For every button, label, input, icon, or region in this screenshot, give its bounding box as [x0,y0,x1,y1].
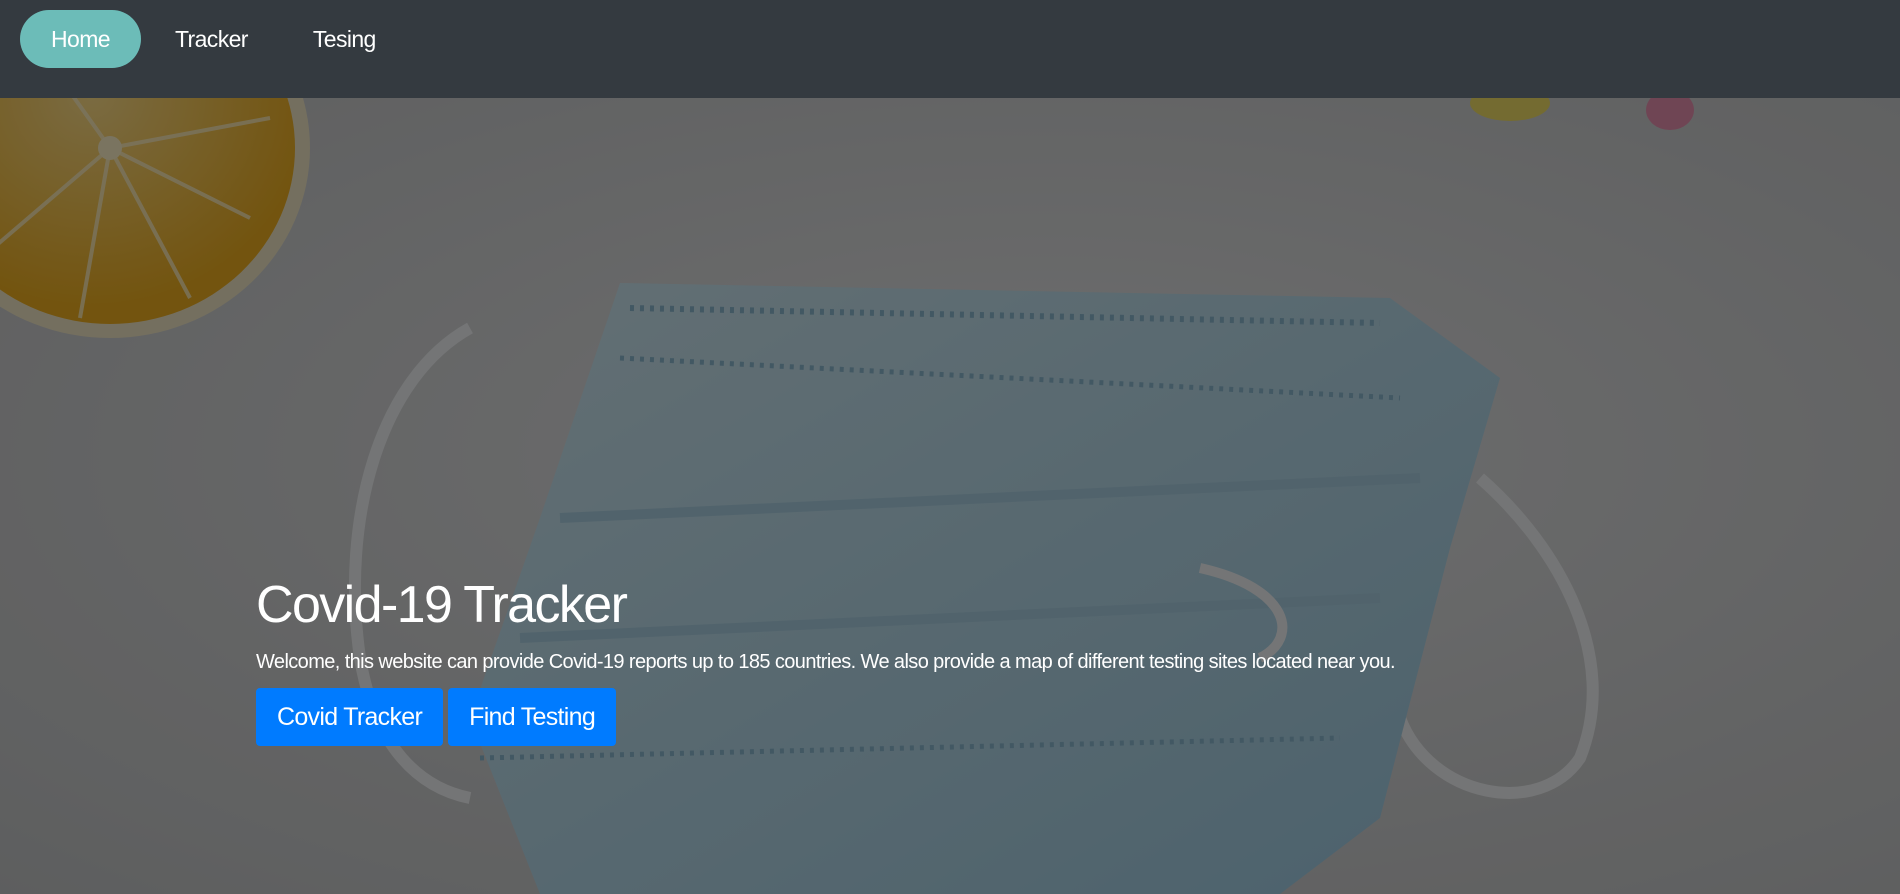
hero-button-group: Covid Tracker Find Testing [256,688,1556,746]
nav-link-home[interactable]: Home [20,10,141,68]
hero-section: Covid-19 Tracker Welcome, this website c… [0,98,1900,894]
hero-dark-overlay [0,98,1900,894]
hero-title: Covid-19 Tracker [256,576,628,634]
nav-item-home: Home [20,10,144,68]
hero-description: Welcome, this website can provide Covid-… [256,651,1396,673]
hero-content: Covid-19 Tracker Welcome, this website c… [256,576,1556,746]
find-testing-button[interactable]: Find Testing [448,688,617,746]
nav-list: Home Tracker Tesing [20,10,410,68]
top-navbar: Home Tracker Tesing [0,0,1900,98]
nav-link-tracker[interactable]: Tracker [144,10,279,68]
nav-item-tracker: Tracker [144,10,282,68]
nav-link-testing[interactable]: Tesing [282,10,407,68]
covid-tracker-button[interactable]: Covid Tracker [256,688,444,746]
nav-item-testing: Tesing [282,10,410,68]
